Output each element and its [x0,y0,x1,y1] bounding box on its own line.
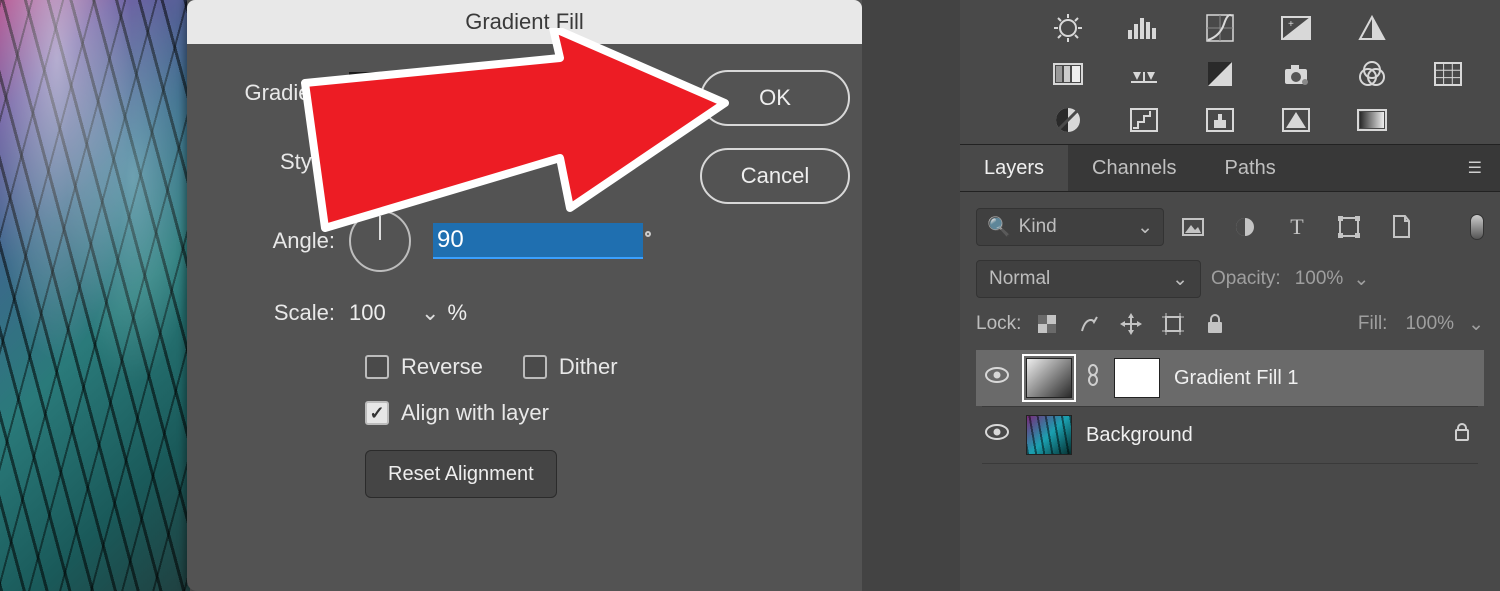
gradient-fill-dialog: Gradient Fill Gradient: ▾ Style: L Angle… [187,0,862,591]
panel-tabs: Layers Channels Paths ☰ [960,144,1500,192]
chevron-down-icon: ▾ [590,83,601,109]
align-label: Align with layer [401,400,549,426]
layer-row[interactable]: Gradient Fill 1 [976,350,1484,406]
scale-label: Scale: [219,300,349,326]
dialog-title: Gradient Fill [187,0,862,44]
style-label: Style: [219,149,349,175]
layer-thumbnail[interactable] [1026,358,1072,398]
filter-toggle[interactable] [1470,214,1484,240]
gradient-label: Gradient: [219,80,349,106]
gradient-map-icon[interactable] [1352,106,1392,134]
chevron-down-icon: ⌄ [1137,216,1153,239]
link-icon[interactable] [1086,364,1100,392]
panel-menu-icon[interactable]: ☰ [1450,158,1500,178]
layer-name[interactable]: Gradient Fill 1 [1174,367,1478,390]
filter-smartobject-icon[interactable] [1388,214,1414,240]
checkbox-checked-icon [365,401,389,425]
photo-filter-icon[interactable] [1276,60,1316,88]
lock-position-icon[interactable] [1119,312,1143,336]
filter-pixel-icon[interactable] [1180,214,1206,240]
blend-mode-select[interactable]: Normal ⌄ [976,260,1201,298]
levels-icon[interactable] [1124,14,1164,42]
selective-color-icon[interactable] [1276,106,1316,134]
fill-label: Fill: [1358,313,1388,335]
dither-checkbox[interactable]: Dither [523,354,618,380]
opacity-value[interactable]: 100% [1295,268,1344,290]
checkbox-icon [523,355,547,379]
layers-panel: 🔍 Kind ⌄ T Normal ⌄ Opacity: 100% ⌄ [960,192,1500,480]
canvas-preview [0,0,190,591]
visibility-icon[interactable] [982,367,1012,389]
gradient-picker[interactable]: ▾ [349,72,574,114]
reverse-label: Reverse [401,354,483,380]
layer-mask-thumbnail[interactable] [1114,358,1160,398]
angle-input[interactable] [433,223,643,259]
reset-alignment-button[interactable]: Reset Alignment [365,450,557,498]
panel-gutter [862,0,960,591]
lock-transparency-icon[interactable] [1035,312,1059,336]
tab-channels[interactable]: Channels [1068,145,1201,191]
angle-label: Angle: [219,228,349,254]
channel-mixer-icon[interactable] [1352,60,1392,88]
color-lookup-icon[interactable] [1428,60,1468,88]
search-icon: 🔍 [987,215,1011,239]
scale-unit: % [447,300,467,326]
lock-icon [1454,423,1478,447]
filter-adjustment-icon[interactable] [1232,214,1258,240]
lock-artboard-icon[interactable] [1161,312,1185,336]
reverse-checkbox[interactable]: Reverse [365,354,483,380]
opacity-label: Opacity: [1211,268,1281,290]
tab-paths[interactable]: Paths [1201,145,1300,191]
lock-all-icon[interactable] [1203,312,1227,336]
visibility-icon[interactable] [982,424,1012,446]
tab-layers[interactable]: Layers [960,145,1068,191]
posterize-icon[interactable] [1124,106,1164,134]
threshold-icon[interactable] [1200,106,1240,134]
layer-thumbnail[interactable] [1026,415,1072,455]
checkbox-icon [365,355,389,379]
layers-list: Gradient Fill 1 Background [976,350,1484,464]
align-checkbox[interactable]: Align with layer [365,400,549,426]
fill-value[interactable]: 100% [1405,313,1454,335]
dither-label: Dither [559,354,618,380]
layer-kind-filter[interactable]: 🔍 Kind ⌄ [976,208,1164,246]
chevron-down-icon[interactable]: ⌄ [1468,313,1484,336]
filter-type-icon[interactable]: T [1284,214,1310,240]
brightness-contrast-icon[interactable] [1048,14,1088,42]
invert-icon[interactable] [1048,106,1088,134]
lock-image-icon[interactable] [1077,312,1101,336]
hue-saturation-icon[interactable] [1048,60,1088,88]
chevron-down-icon: ⌄ [1172,268,1188,291]
ok-button[interactable]: OK [700,70,850,126]
adjustments-panel: + [960,0,1500,144]
kind-label: Kind [1019,216,1057,238]
exposure-icon[interactable]: + [1276,14,1316,42]
color-balance-icon[interactable] [1124,60,1164,88]
lock-label: Lock: [976,313,1021,335]
curves-icon[interactable] [1200,14,1240,42]
filter-shape-icon[interactable] [1336,214,1362,240]
black-white-icon[interactable] [1200,60,1240,88]
cancel-button[interactable]: Cancel [700,148,850,204]
style-select[interactable]: L [349,142,389,182]
layer-name[interactable]: Background [1086,424,1440,447]
layer-row[interactable]: Background [976,407,1484,463]
vibrance-icon[interactable] [1352,14,1392,42]
right-panel-area: + Layers Channels Paths ☰ 🔍 Kind [960,0,1500,591]
separator [982,463,1478,464]
svg-text:+: + [1288,19,1294,30]
angle-dial[interactable] [349,210,411,272]
chevron-down-icon[interactable]: ⌄ [421,300,439,326]
chevron-down-icon[interactable]: ⌄ [1353,268,1369,291]
scale-input[interactable] [349,300,421,326]
degree-icon [645,231,651,237]
